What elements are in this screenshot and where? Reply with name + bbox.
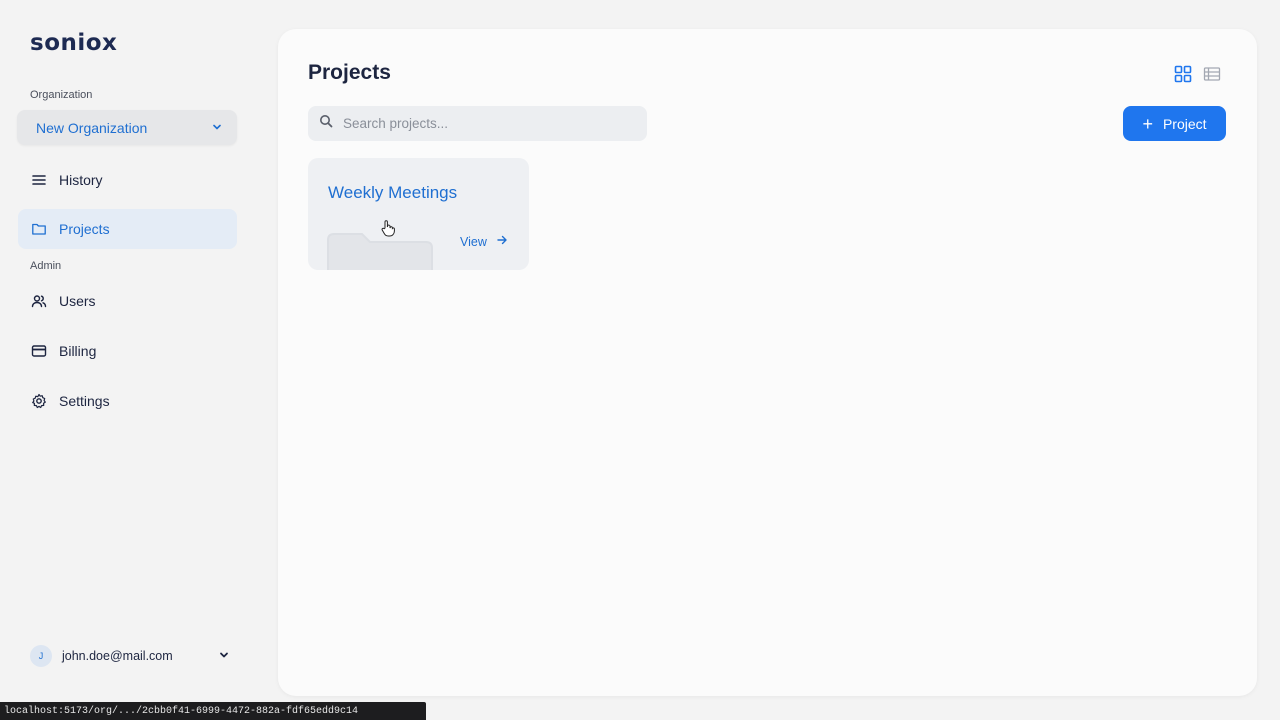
sidebar-item-settings[interactable]: Settings xyxy=(18,381,237,421)
grid-view-toggle[interactable] xyxy=(1174,65,1192,88)
soniox-logo[interactable]: soniox xyxy=(30,30,117,56)
sidebar-item-label: Projects xyxy=(59,221,110,237)
user-menu[interactable]: J john.doe@mail.com xyxy=(30,644,230,668)
folder-icon xyxy=(31,221,47,237)
project-view-link[interactable]: View xyxy=(460,234,508,249)
sidebar-item-users[interactable]: Users xyxy=(18,281,237,321)
main-panel: Projects + Project Weekly Meetings View xyxy=(278,29,1257,696)
organization-select[interactable]: New Organization xyxy=(17,110,237,145)
users-icon xyxy=(31,293,47,309)
plus-icon: + xyxy=(1142,113,1153,134)
sidebar-item-label: Settings xyxy=(59,393,110,409)
project-card-title: Weekly Meetings xyxy=(328,183,458,202)
sidebar: soniox Organization New Organization His… xyxy=(0,0,258,720)
search-box xyxy=(308,106,647,141)
arrow-right-icon xyxy=(487,234,508,249)
project-view-label: View xyxy=(460,234,487,249)
add-project-label: Project xyxy=(1162,115,1207,132)
list-view-icon xyxy=(1203,65,1221,88)
grid-view-icon xyxy=(1174,65,1192,88)
search-input[interactable] xyxy=(343,116,647,131)
hand-cursor-icon xyxy=(380,219,396,242)
page-title: Projects xyxy=(308,61,391,84)
browser-status-url: localhost:5173/org/.../2cbb0f41-6999-447… xyxy=(0,702,426,720)
gear-icon xyxy=(31,393,47,409)
chevron-down-icon xyxy=(218,649,230,664)
sidebar-item-label: Billing xyxy=(59,343,97,359)
sidebar-item-label: Users xyxy=(59,293,96,309)
sidebar-item-history[interactable]: History xyxy=(18,160,237,200)
search-icon xyxy=(319,114,343,133)
admin-label: Admin xyxy=(30,260,62,272)
list-view-toggle[interactable] xyxy=(1203,65,1221,88)
add-project-button[interactable]: + Project xyxy=(1123,106,1226,141)
list-icon xyxy=(31,172,47,188)
sidebar-item-projects[interactable]: Projects xyxy=(18,209,237,249)
sidebar-item-label: History xyxy=(59,172,103,188)
sidebar-item-billing[interactable]: Billing xyxy=(18,331,237,371)
credit-card-icon xyxy=(31,343,47,359)
project-card[interactable]: Weekly Meetings View xyxy=(308,158,529,270)
user-email: john.doe@mail.com xyxy=(62,649,173,663)
avatar: J xyxy=(30,645,52,667)
chevron-down-icon xyxy=(211,120,223,136)
organization-label: Organization xyxy=(30,89,93,101)
organization-select-value: New Organization xyxy=(36,119,148,136)
